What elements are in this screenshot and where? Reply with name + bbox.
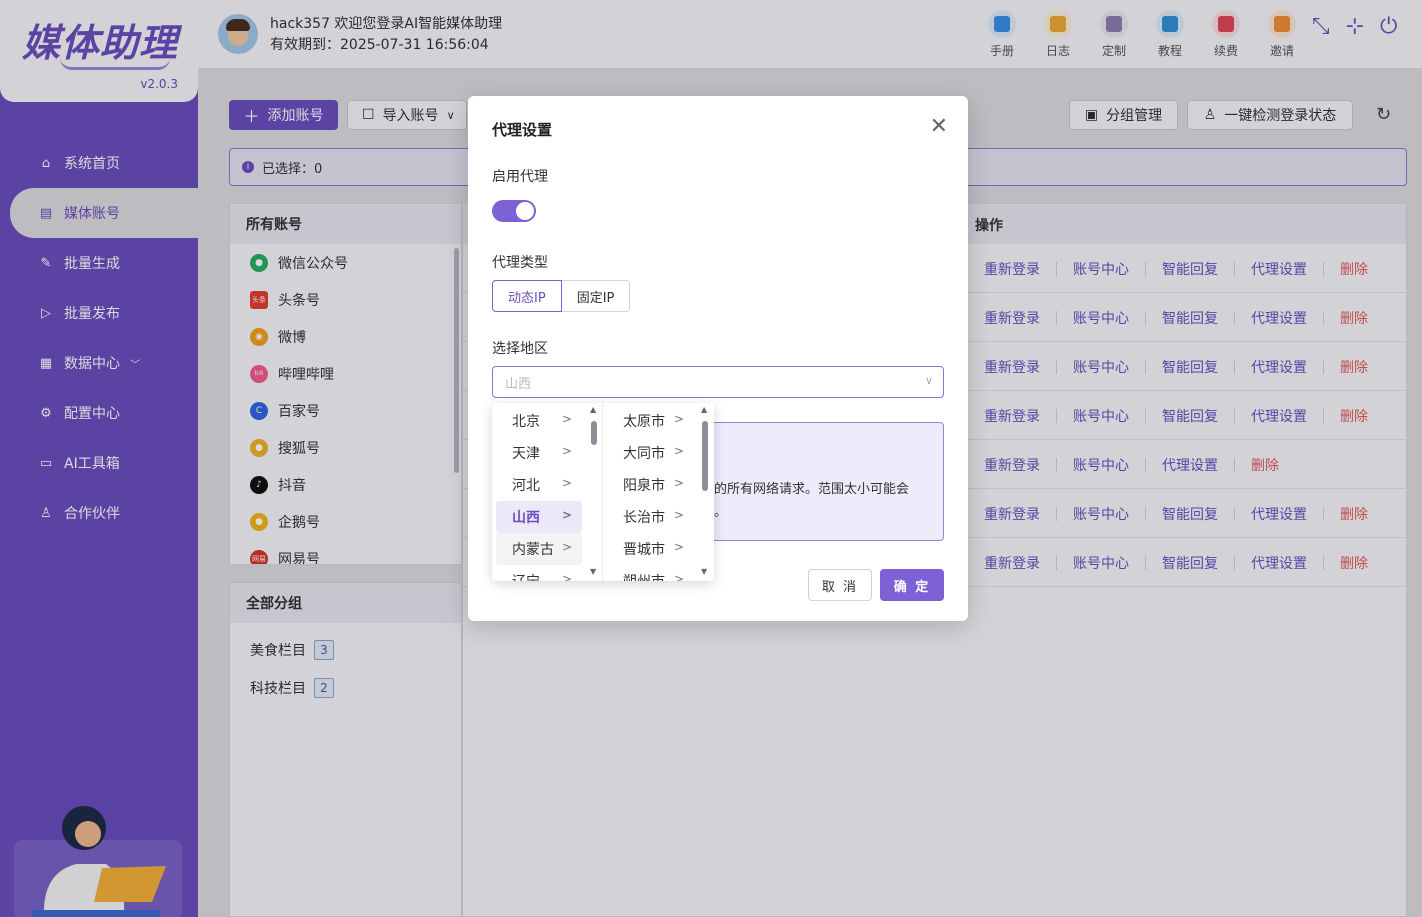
option-label: 朔州市 xyxy=(623,571,665,581)
chevron-right-icon: > xyxy=(673,476,684,490)
option-label: 内蒙古 xyxy=(512,542,554,558)
city-option[interactable]: 朔州市 > xyxy=(607,565,694,581)
option-label: 北京 xyxy=(512,414,540,430)
region-select[interactable]: 山西 ∨ xyxy=(492,366,944,398)
province-column: 北京 > 天津 > 河北 > 山西 > 内蒙古 > 辽宁 > ▲ ▼ xyxy=(492,403,603,581)
radio-static-ip[interactable]: 固定IP xyxy=(561,280,631,312)
toggle-knob xyxy=(516,202,534,220)
proxy-type-radio-group: 动态IP 固定IP xyxy=(492,280,631,312)
city-option[interactable]: 阳泉市 > xyxy=(607,469,694,501)
province-option[interactable]: 内蒙古 > xyxy=(496,533,582,565)
chevron-right-icon: > xyxy=(673,412,684,426)
chevron-down-icon: ∨ xyxy=(924,374,933,387)
chevron-right-icon: > xyxy=(561,572,572,581)
scroll-down-icon[interactable]: ▼ xyxy=(701,567,707,576)
option-label: 长治市 xyxy=(623,510,665,526)
city-scrollbar-thumb[interactable] xyxy=(702,421,708,491)
option-label: 山西 xyxy=(512,510,540,526)
province-option-selected[interactable]: 山西 > xyxy=(496,501,582,533)
city-option[interactable]: 长治市 > xyxy=(607,501,694,533)
dialog-title: 代理设置 xyxy=(492,121,553,139)
proxy-info-alert: 的所有网络请求。范围太小可能会 。 xyxy=(703,422,944,541)
city-option[interactable]: 大同市 > xyxy=(607,437,694,469)
radio-dynamic-ip[interactable]: 动态IP xyxy=(492,280,562,312)
option-label: 太原市 xyxy=(623,414,665,430)
option-label: 天津 xyxy=(512,446,540,462)
option-label: 阳泉市 xyxy=(623,478,665,494)
alert-text: 的所有网络请求。范围太小可能会 。 xyxy=(714,478,944,524)
chevron-right-icon: > xyxy=(561,444,572,458)
alert-line: 。 xyxy=(714,505,728,520)
chevron-right-icon: > xyxy=(673,540,684,554)
option-label: 辽宁 xyxy=(512,571,540,581)
scroll-up-icon[interactable]: ▲ xyxy=(701,405,707,414)
province-option[interactable]: 河北 > xyxy=(496,469,582,501)
chevron-right-icon: > xyxy=(561,412,572,426)
chevron-right-icon: > xyxy=(561,508,572,522)
chevron-right-icon: > xyxy=(673,508,684,522)
scroll-down-icon[interactable]: ▼ xyxy=(590,567,596,576)
chevron-right-icon: > xyxy=(673,572,684,581)
confirm-button[interactable]: 确 定 xyxy=(880,569,944,601)
chevron-right-icon: > xyxy=(561,476,572,490)
province-option[interactable]: 辽宁 > xyxy=(496,565,582,581)
proxy-type-label: 代理类型 xyxy=(492,255,548,271)
option-label: 晋城市 xyxy=(623,542,665,558)
cancel-button[interactable]: 取 消 xyxy=(808,569,872,601)
city-column: 太原市 > 大同市 > 阳泉市 > 长治市 > 晋城市 > 朔州市 > ▲ ▼ xyxy=(603,403,714,581)
chevron-right-icon: > xyxy=(561,540,572,554)
enable-proxy-label: 启用代理 xyxy=(492,169,548,185)
region-select-placeholder: 山西 xyxy=(505,376,532,392)
region-label: 选择地区 xyxy=(492,341,548,357)
province-option[interactable]: 北京 > xyxy=(496,405,582,437)
region-cascader-dropdown: 北京 > 天津 > 河北 > 山西 > 内蒙古 > 辽宁 > ▲ ▼ 太原市 > 大同市 > 阳… xyxy=(492,403,714,581)
option-label: 河北 xyxy=(512,478,540,494)
city-option[interactable]: 晋城市 > xyxy=(607,533,694,565)
city-option[interactable]: 太原市 > xyxy=(607,405,694,437)
province-scrollbar-thumb[interactable] xyxy=(591,421,597,445)
province-option[interactable]: 天津 > xyxy=(496,437,582,469)
enable-proxy-toggle[interactable] xyxy=(492,200,536,222)
scroll-up-icon[interactable]: ▲ xyxy=(590,405,596,414)
alert-line: 的所有网络请求。范围太小可能会 xyxy=(714,482,910,497)
close-icon[interactable]: ✕ xyxy=(930,114,948,139)
chevron-right-icon: > xyxy=(673,444,684,458)
option-label: 大同市 xyxy=(623,446,665,462)
